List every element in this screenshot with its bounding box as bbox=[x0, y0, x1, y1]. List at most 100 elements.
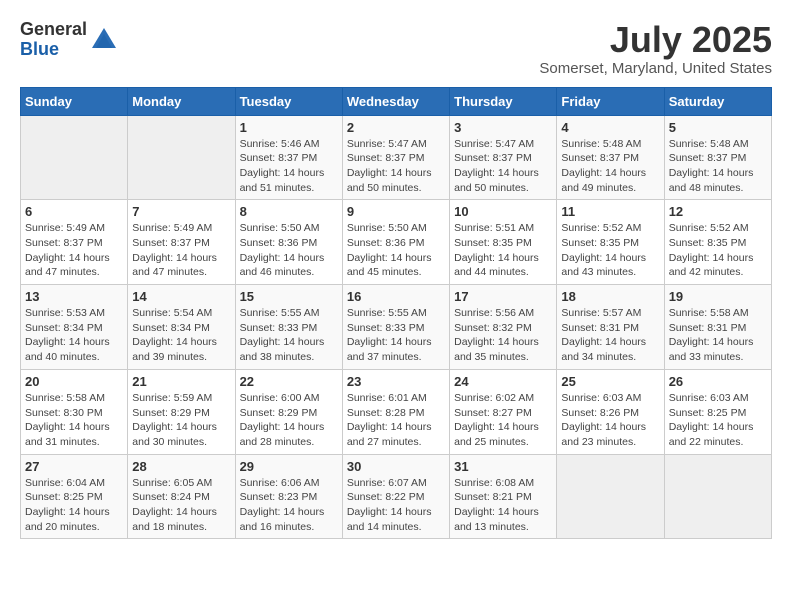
calendar-cell: 4 Sunrise: 5:48 AM Sunset: 8:37 PM Daylig… bbox=[557, 115, 664, 200]
calendar-cell: 27 Sunrise: 6:04 AM Sunset: 8:25 PM Dayli… bbox=[21, 454, 128, 539]
weekday-header-wednesday: Wednesday bbox=[342, 87, 449, 115]
calendar-cell: 5Sunrise: 5:48 AM Sunset: 8:37 PM Daylig… bbox=[664, 115, 771, 200]
calendar-cell: 18Sunrise: 5:57 AM Sunset: 8:31 PM Dayli… bbox=[557, 285, 664, 370]
calendar-cell: 3Sunrise: 5:47 AM Sunset: 8:37 PM Daylig… bbox=[450, 115, 557, 200]
day-info: Sunrise: 5:47 AM Sunset: 8:37 PM Dayligh… bbox=[347, 137, 445, 196]
calendar-cell: 29 Sunrise: 6:06 AM Sunset: 8:23 PM Dayli… bbox=[235, 454, 342, 539]
calendar-header: SundayMondayTuesdayWednesdayThursdayFrid… bbox=[21, 87, 772, 115]
day-number: 11 bbox=[561, 204, 659, 219]
calendar-cell: 22 Sunrise: 6:00 AM Sunset: 8:29 PM Dayli… bbox=[235, 369, 342, 454]
day-info: Sunrise: 5:46 AM Sunset: 8:37 PM Dayligh… bbox=[240, 137, 338, 196]
day-info: Sunrise: 6:01 AM Sunset: 8:28 PM Dayligh… bbox=[347, 391, 445, 450]
day-number: 13 bbox=[25, 289, 123, 304]
calendar-cell: 12Sunrise: 5:52 AM Sunset: 8:35 PM Dayli… bbox=[664, 200, 771, 285]
calendar-cell bbox=[21, 115, 128, 200]
calendar-cell: 24 Sunrise: 6:02 AM Sunset: 8:27 PM Dayli… bbox=[450, 369, 557, 454]
day-number: 29 bbox=[240, 459, 338, 474]
day-number: 22 bbox=[240, 374, 338, 389]
day-info: Sunrise: 6:06 AM Sunset: 8:23 PM Dayligh… bbox=[240, 476, 338, 535]
day-number: 2 bbox=[347, 120, 445, 135]
day-info: Sunrise: 5:47 AM Sunset: 8:37 PM Dayligh… bbox=[454, 137, 552, 196]
weekday-header-monday: Monday bbox=[128, 87, 235, 115]
day-info: Sunrise: 5:48 AM Sunset: 8:37 PM Dayligh… bbox=[669, 137, 767, 196]
calendar-cell: 2 Sunrise: 5:47 AM Sunset: 8:37 PM Daylig… bbox=[342, 115, 449, 200]
day-number: 9 bbox=[347, 204, 445, 219]
day-info: Sunrise: 5:53 AM Sunset: 8:34 PM Dayligh… bbox=[25, 306, 123, 365]
day-info: Sunrise: 5:49 AM Sunset: 8:37 PM Dayligh… bbox=[25, 221, 123, 280]
calendar-table: SundayMondayTuesdayWednesdayThursdayFrid… bbox=[20, 87, 772, 540]
calendar-cell: 26 Sunrise: 6:03 AM Sunset: 8:25 PM Dayli… bbox=[664, 369, 771, 454]
day-info: Sunrise: 5:51 AM Sunset: 8:35 PM Dayligh… bbox=[454, 221, 552, 280]
logo-blue-text: Blue bbox=[20, 40, 87, 60]
day-number: 4 bbox=[561, 120, 659, 135]
weekday-row: SundayMondayTuesdayWednesdayThursdayFrid… bbox=[21, 87, 772, 115]
title-block: July 2025 Somerset, Maryland, United Sta… bbox=[539, 20, 772, 77]
calendar-week-1: 1Sunrise: 5:46 AM Sunset: 8:37 PM Daylig… bbox=[21, 115, 772, 200]
day-info: Sunrise: 5:55 AM Sunset: 8:33 PM Dayligh… bbox=[347, 306, 445, 365]
day-info: Sunrise: 5:57 AM Sunset: 8:31 PM Dayligh… bbox=[561, 306, 659, 365]
calendar-body: 1Sunrise: 5:46 AM Sunset: 8:37 PM Daylig… bbox=[21, 115, 772, 539]
day-number: 17 bbox=[454, 289, 552, 304]
day-number: 6 bbox=[25, 204, 123, 219]
calendar-week-2: 6 Sunrise: 5:49 AM Sunset: 8:37 PM Daylig… bbox=[21, 200, 772, 285]
calendar-cell: 7 Sunrise: 5:49 AM Sunset: 8:37 PM Daylig… bbox=[128, 200, 235, 285]
calendar-cell: 17Sunrise: 5:56 AM Sunset: 8:32 PM Dayli… bbox=[450, 285, 557, 370]
weekday-header-saturday: Saturday bbox=[664, 87, 771, 115]
day-info: Sunrise: 6:07 AM Sunset: 8:22 PM Dayligh… bbox=[347, 476, 445, 535]
calendar-cell: 20Sunrise: 5:58 AM Sunset: 8:30 PM Dayli… bbox=[21, 369, 128, 454]
day-number: 26 bbox=[669, 374, 767, 389]
calendar-cell: 15Sunrise: 5:55 AM Sunset: 8:33 PM Dayli… bbox=[235, 285, 342, 370]
day-info: Sunrise: 5:52 AM Sunset: 8:35 PM Dayligh… bbox=[669, 221, 767, 280]
day-info: Sunrise: 5:48 AM Sunset: 8:37 PM Dayligh… bbox=[561, 137, 659, 196]
month-title: July 2025 bbox=[539, 20, 772, 60]
day-number: 28 bbox=[132, 459, 230, 474]
calendar-cell: 23 Sunrise: 6:01 AM Sunset: 8:28 PM Dayli… bbox=[342, 369, 449, 454]
logo-general-text: General bbox=[20, 20, 87, 40]
calendar-week-3: 13 Sunrise: 5:53 AM Sunset: 8:34 PM Dayli… bbox=[21, 285, 772, 370]
day-number: 8 bbox=[240, 204, 338, 219]
logo-icon bbox=[90, 26, 118, 54]
day-number: 24 bbox=[454, 374, 552, 389]
day-number: 27 bbox=[25, 459, 123, 474]
day-info: Sunrise: 6:04 AM Sunset: 8:25 PM Dayligh… bbox=[25, 476, 123, 535]
calendar-cell: 25 Sunrise: 6:03 AM Sunset: 8:26 PM Dayli… bbox=[557, 369, 664, 454]
day-number: 14 bbox=[132, 289, 230, 304]
calendar-cell: 10 Sunrise: 5:51 AM Sunset: 8:35 PM Dayli… bbox=[450, 200, 557, 285]
page-header: General Blue July 2025 Somerset, Marylan… bbox=[20, 20, 772, 77]
day-info: Sunrise: 6:03 AM Sunset: 8:26 PM Dayligh… bbox=[561, 391, 659, 450]
day-number: 10 bbox=[454, 204, 552, 219]
calendar-week-4: 20Sunrise: 5:58 AM Sunset: 8:30 PM Dayli… bbox=[21, 369, 772, 454]
calendar-week-5: 27 Sunrise: 6:04 AM Sunset: 8:25 PM Dayli… bbox=[21, 454, 772, 539]
day-info: Sunrise: 5:52 AM Sunset: 8:35 PM Dayligh… bbox=[561, 221, 659, 280]
calendar-cell: 16 Sunrise: 5:55 AM Sunset: 8:33 PM Dayli… bbox=[342, 285, 449, 370]
weekday-header-thursday: Thursday bbox=[450, 87, 557, 115]
location: Somerset, Maryland, United States bbox=[539, 60, 772, 77]
day-number: 23 bbox=[347, 374, 445, 389]
calendar-cell bbox=[128, 115, 235, 200]
day-info: Sunrise: 5:55 AM Sunset: 8:33 PM Dayligh… bbox=[240, 306, 338, 365]
day-info: Sunrise: 5:49 AM Sunset: 8:37 PM Dayligh… bbox=[132, 221, 230, 280]
calendar-cell: 30 Sunrise: 6:07 AM Sunset: 8:22 PM Dayli… bbox=[342, 454, 449, 539]
day-number: 25 bbox=[561, 374, 659, 389]
day-info: Sunrise: 5:59 AM Sunset: 8:29 PM Dayligh… bbox=[132, 391, 230, 450]
day-number: 31 bbox=[454, 459, 552, 474]
day-number: 30 bbox=[347, 459, 445, 474]
weekday-header-friday: Friday bbox=[557, 87, 664, 115]
calendar-cell: 19Sunrise: 5:58 AM Sunset: 8:31 PM Dayli… bbox=[664, 285, 771, 370]
calendar-cell: 6 Sunrise: 5:49 AM Sunset: 8:37 PM Daylig… bbox=[21, 200, 128, 285]
calendar-cell bbox=[557, 454, 664, 539]
day-number: 7 bbox=[132, 204, 230, 219]
calendar-cell: 13 Sunrise: 5:53 AM Sunset: 8:34 PM Dayli… bbox=[21, 285, 128, 370]
calendar-cell: 9 Sunrise: 5:50 AM Sunset: 8:36 PM Daylig… bbox=[342, 200, 449, 285]
calendar-cell: 14Sunrise: 5:54 AM Sunset: 8:34 PM Dayli… bbox=[128, 285, 235, 370]
day-number: 21 bbox=[132, 374, 230, 389]
day-info: Sunrise: 6:00 AM Sunset: 8:29 PM Dayligh… bbox=[240, 391, 338, 450]
day-info: Sunrise: 6:03 AM Sunset: 8:25 PM Dayligh… bbox=[669, 391, 767, 450]
day-info: Sunrise: 5:58 AM Sunset: 8:30 PM Dayligh… bbox=[25, 391, 123, 450]
calendar-cell bbox=[664, 454, 771, 539]
day-number: 16 bbox=[347, 289, 445, 304]
day-info: Sunrise: 5:50 AM Sunset: 8:36 PM Dayligh… bbox=[240, 221, 338, 280]
day-info: Sunrise: 5:50 AM Sunset: 8:36 PM Dayligh… bbox=[347, 221, 445, 280]
day-info: Sunrise: 6:02 AM Sunset: 8:27 PM Dayligh… bbox=[454, 391, 552, 450]
day-info: Sunrise: 5:58 AM Sunset: 8:31 PM Dayligh… bbox=[669, 306, 767, 365]
